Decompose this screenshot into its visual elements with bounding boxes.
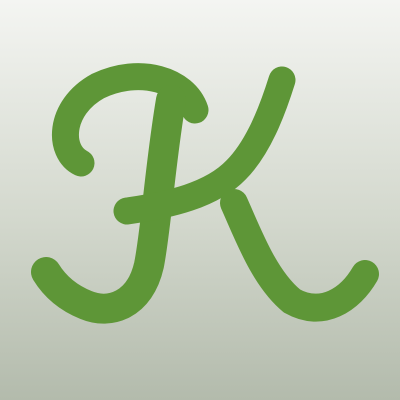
script-letter-k-logo-icon xyxy=(31,63,379,324)
k-lower-leg xyxy=(220,189,379,322)
app-icon-tile xyxy=(0,0,400,400)
